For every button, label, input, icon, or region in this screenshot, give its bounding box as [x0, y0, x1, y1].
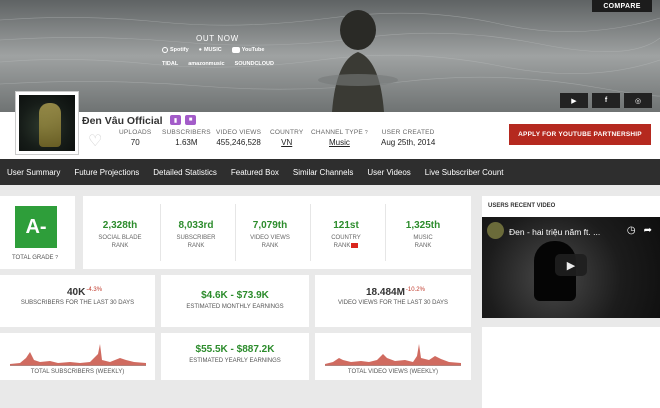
spotify-logo: Spotify — [162, 47, 189, 53]
channel-thumb — [487, 222, 504, 239]
country-link[interactable]: VN — [270, 138, 303, 147]
rank-music: 1,325th MUSIC RANK — [405, 220, 441, 250]
video-title[interactable]: Đen - hai triệu năm ft. ... — [509, 227, 600, 237]
recent-video-panel: USERS RECENT VIDEO Đen - hai triệu năm f… — [482, 196, 660, 318]
rank-social-blade: 2,328th SOCIAL BLADE RANK — [98, 220, 142, 250]
rank-subscriber: 8,033rd SUBSCRIBER RANK — [176, 220, 216, 250]
subs-30-label: SUBSCRIBERS FOR THE LAST 30 DAYS — [20, 300, 135, 306]
compare-button[interactable]: COMPARE — [592, 0, 652, 12]
subs-weekly-sparkline — [10, 344, 146, 366]
monthly-earnings-label: ESTIMATED MONTHLY EARNINGS — [186, 304, 284, 310]
youtube-logo: YouTube — [231, 47, 264, 53]
stat-subscribers: SUBSCRIBERS 1.63M — [162, 129, 211, 147]
monthly-earnings-panel — [161, 275, 309, 327]
stat-video-views: VIDEO VIEWS 455,246,528 — [216, 129, 262, 147]
total-grade-label: TOTAL GRADE ? — [12, 255, 59, 261]
subs-30-change: -4.3% — [86, 287, 103, 293]
nav-user-videos[interactable]: User Videos — [360, 168, 417, 177]
nav-featured-box[interactable]: Featured Box — [224, 168, 286, 177]
vietnam-flag-icon — [351, 243, 359, 249]
views-30-value: 18.484M-10.2% — [366, 287, 425, 298]
stat-country: COUNTRY VN — [270, 129, 304, 147]
favorite-heart-icon[interactable]: ♡ — [88, 131, 102, 151]
channel-name: Đen Vâu Official — [82, 115, 163, 127]
rank-country: 121st COUNTRY RANK — [331, 220, 361, 250]
monthly-earnings-value: $4.6K - $73.9K — [201, 290, 269, 301]
nav-user-summary[interactable]: User Summary — [0, 168, 67, 177]
apple-music-logo: ● MUSIC — [198, 47, 222, 53]
rank-video-views: 7,079th VIDEO VIEWS RANK — [250, 220, 290, 250]
channel-avatar — [16, 92, 78, 154]
chart-badge-icon: ▮ — [170, 115, 181, 125]
yearly-earnings-panel — [161, 333, 309, 380]
video-controls: ◷ ➦ — [627, 225, 652, 236]
clock-icon[interactable]: ◷ — [627, 225, 636, 236]
nav-similar-channels[interactable]: Similar Channels — [286, 168, 360, 177]
apply-partnership-button[interactable]: APPLY FOR YOUTUBE PARTNERSHIP — [509, 124, 651, 145]
nav-detailed-statistics[interactable]: Detailed Statistics — [146, 168, 224, 177]
help-icon[interactable]: ? — [365, 130, 368, 136]
channel-banner: COMPARE OUT NOW Spotify ● MUSIC YouTube T… — [0, 0, 660, 112]
subs-30-value: 40K-4.3% — [67, 287, 103, 298]
yearly-earnings-label: ESTIMATED YEARLY EARNINGS — [189, 358, 281, 364]
soundcloud-logo: SOUNDCLOUD — [234, 61, 274, 67]
streaming-services: Spotify ● MUSIC YouTube TIDAL amazonmusic… — [162, 47, 282, 75]
total-grade-value: A- — [15, 206, 57, 248]
apple-icon: ● — [198, 47, 202, 53]
recent-video-heading: USERS RECENT VIDEO — [488, 203, 556, 209]
facebook-icon[interactable]: f — [592, 93, 620, 108]
out-now-text: OUT NOW — [196, 34, 239, 43]
amazon-music-logo: amazonmusic — [188, 61, 225, 67]
recent-video-header: USERS RECENT VIDEO — [482, 196, 660, 217]
yearly-earnings-value: $55.5K - $887.2K — [195, 344, 275, 355]
views-weekly-sparkline — [325, 344, 461, 366]
stat-uploads: UPLOADS 70 — [119, 129, 152, 147]
tidal-logo: TIDAL — [162, 61, 179, 67]
avatar-figure — [39, 103, 61, 147]
stat-channel-type: CHANNEL TYPE ? Music — [311, 129, 368, 147]
video-below-panel — [482, 327, 660, 408]
stat-user-created: USER CREATED Aug 25th, 2014 — [381, 129, 436, 147]
social-links: ▶ f ◎ — [560, 93, 652, 108]
channel-type-link[interactable]: Music — [311, 138, 368, 147]
video-badge-icon: ■ — [185, 115, 196, 125]
play-button[interactable]: ▶ — [555, 254, 587, 276]
nav-live-subscriber-count[interactable]: Live Subscriber Count — [418, 168, 511, 177]
video-player[interactable]: Đen - hai triệu năm ft. ... ◷ ➦ ▶ — [482, 217, 660, 318]
instagram-icon[interactable]: ◎ — [624, 93, 652, 108]
help-icon[interactable]: ? — [55, 255, 58, 261]
main-nav: User Summary Future Projections Detailed… — [0, 159, 660, 185]
subs-weekly-label: TOTAL SUBSCRIBERS (WEEKLY) — [30, 369, 125, 375]
views-30-label: VIDEO VIEWS FOR THE LAST 30 DAYS — [337, 300, 449, 306]
youtube-play-icon — [231, 47, 240, 53]
youtube-icon[interactable]: ▶ — [560, 93, 588, 108]
nav-future-projections[interactable]: Future Projections — [67, 168, 146, 177]
views-30-change: -10.2% — [405, 287, 425, 293]
views-weekly-label: TOTAL VIDEO VIEWS (WEEKLY) — [347, 369, 439, 375]
share-icon[interactable]: ➦ — [644, 225, 652, 236]
spotify-icon — [162, 47, 168, 53]
